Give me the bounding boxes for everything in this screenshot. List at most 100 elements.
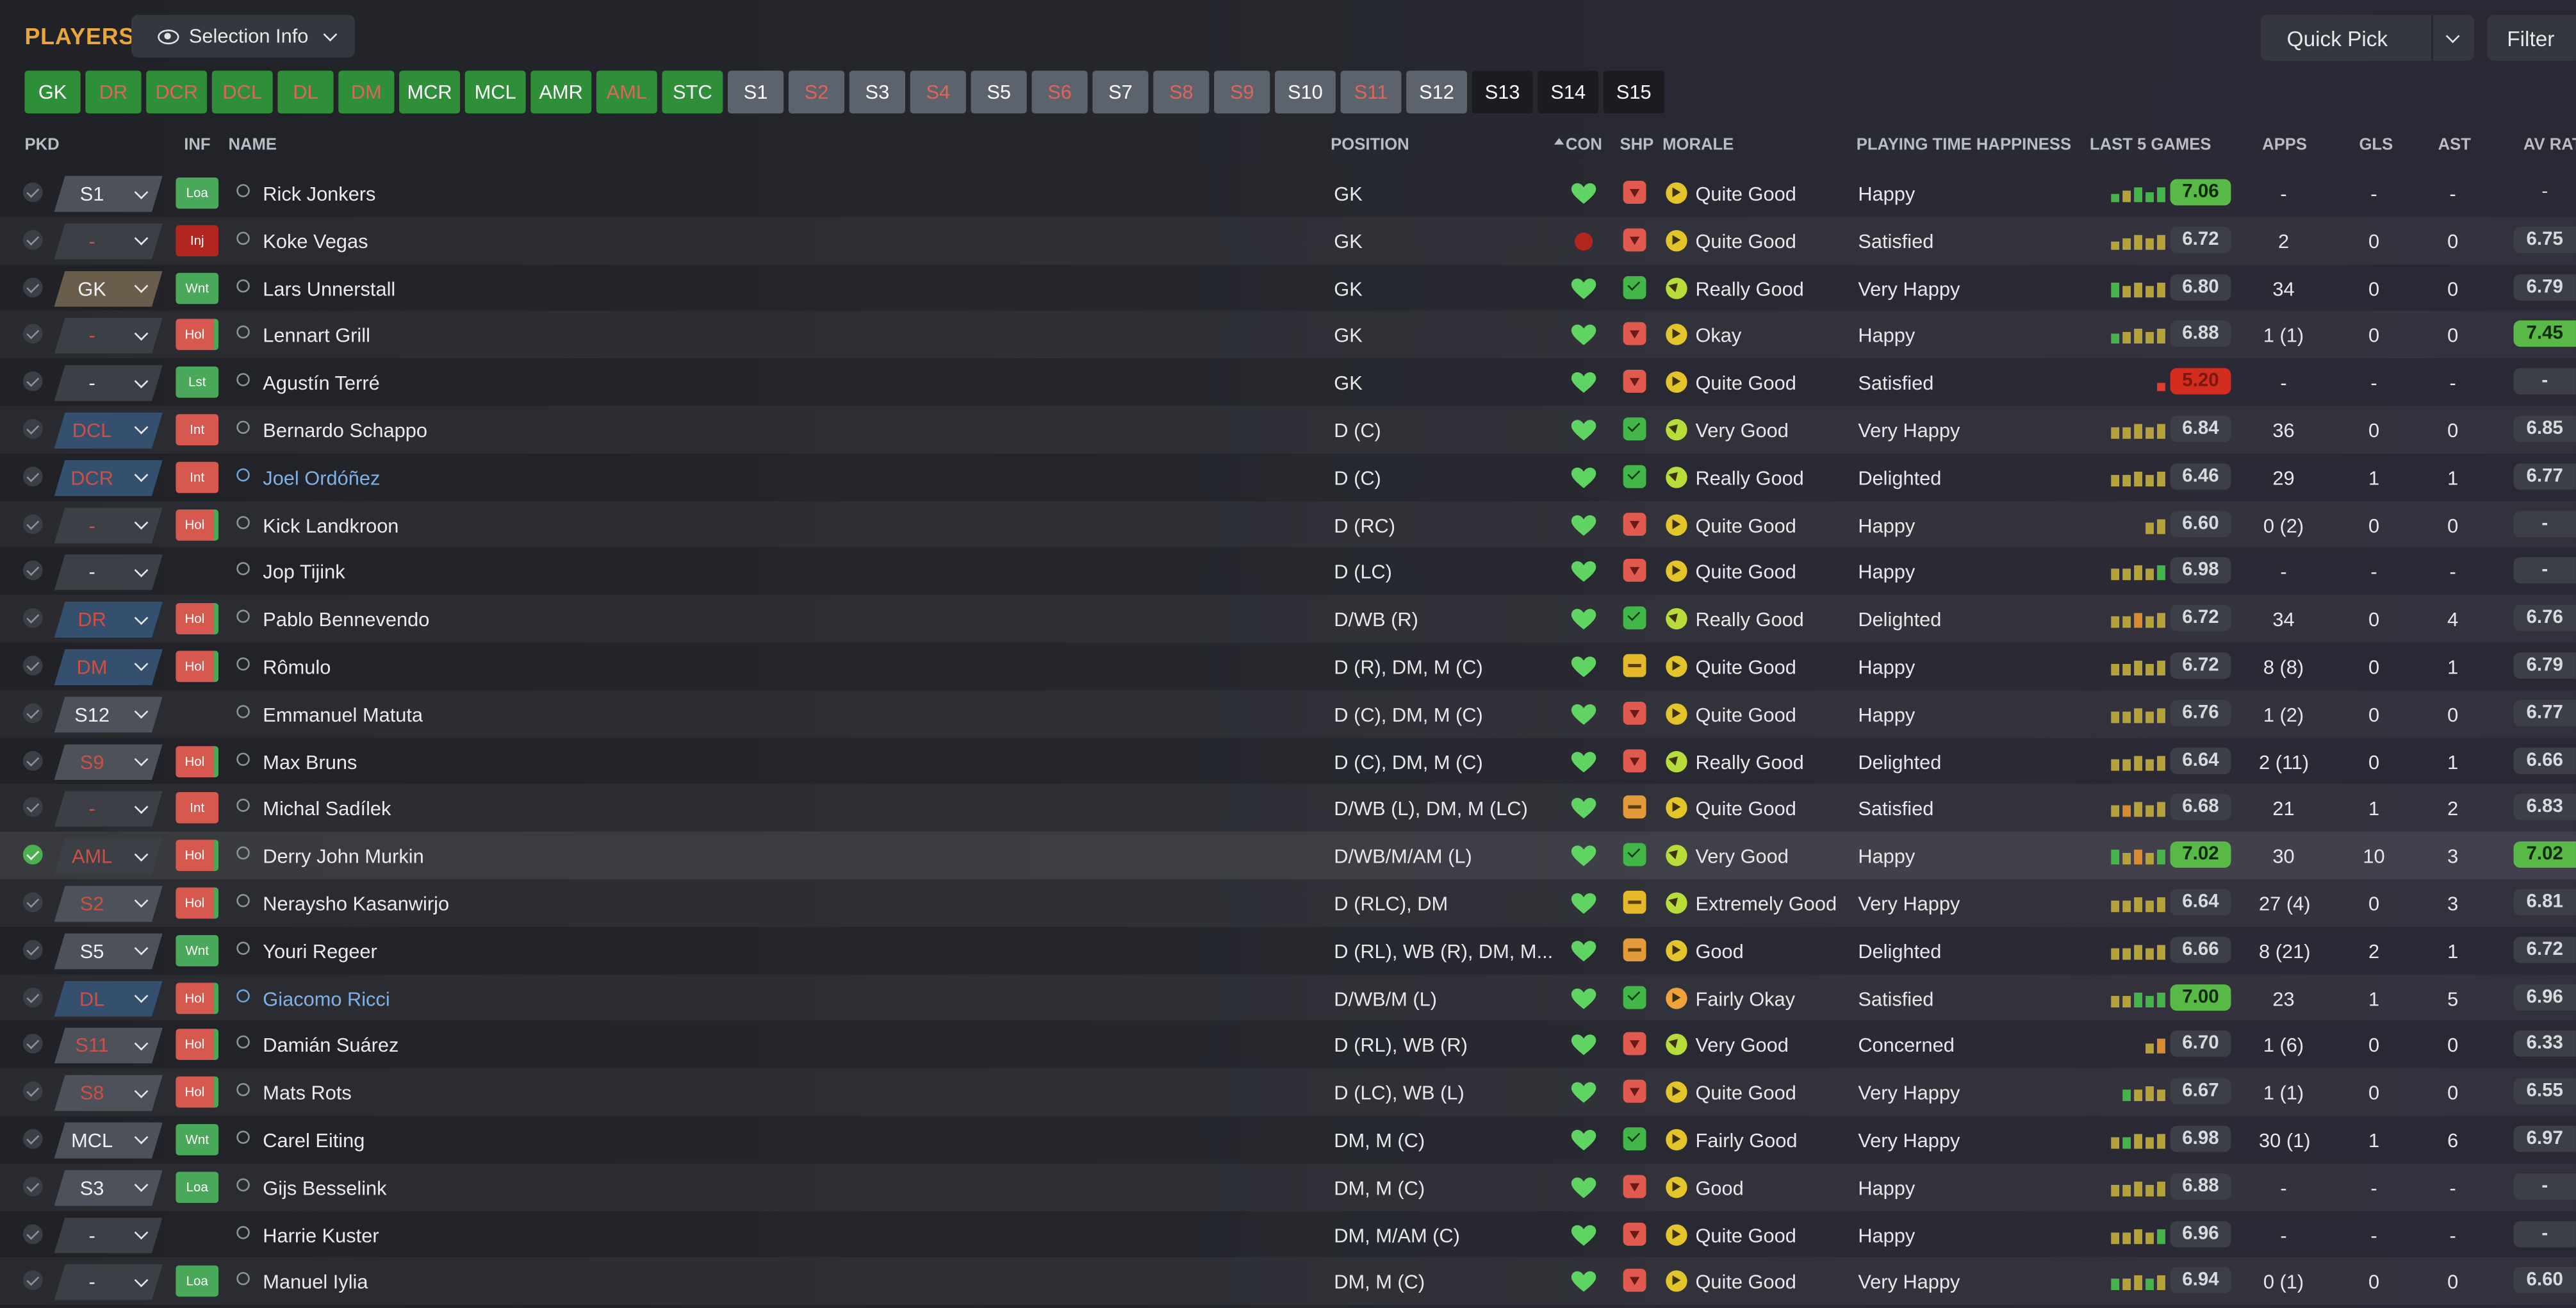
chip-s11[interactable]: S11 — [1340, 70, 1402, 113]
column-header-pkd[interactable]: PKD — [24, 137, 59, 154]
table-row[interactable]: - Loa Manuel Iylia DM, M (C) Quite Good Very … — [0, 1257, 2576, 1305]
pkd-dropdown[interactable]: - — [54, 223, 163, 260]
table-row[interactable]: S8 Hol Mats Rots D (LC), WB (L) Quite Good Ve… — [0, 1068, 2576, 1116]
pkd-dropdown[interactable]: - — [54, 791, 163, 827]
table-row[interactable]: - Hol Kick Landkroon D (RC) Quite Good Happy 6… — [0, 501, 2576, 548]
info-badge[interactable]: Int — [176, 414, 219, 445]
filter-button[interactable]: Filter — [2487, 15, 2576, 61]
info-badge[interactable]: Inj — [176, 224, 219, 256]
column-header-con[interactable]: CON — [1566, 137, 1602, 154]
pkd-dropdown[interactable]: - — [54, 1264, 163, 1301]
info-badge[interactable]: Hol — [176, 745, 219, 777]
row-select-checkbox[interactable] — [22, 608, 43, 629]
chip-s13[interactable]: S13 — [1472, 70, 1533, 113]
table-row[interactable]: S2 Hol Neraysho Kasanwirjo D (RLC), DM Extre… — [0, 879, 2576, 927]
table-row[interactable]: GK Wnt Lars Unnerstall GK Really Good Very Ha… — [0, 264, 2576, 311]
chip-s8[interactable]: S8 — [1153, 70, 1210, 113]
column-header-position[interactable]: POSITION — [1331, 137, 1409, 154]
chip-mcl[interactable]: MCL — [464, 70, 526, 113]
table-row[interactable]: - Hol Lennart Grill GK Okay Happy 6.88 1 (1) 0 0 7… — [0, 311, 2576, 359]
player-name[interactable]: Gijs Besselink — [263, 1176, 386, 1199]
column-header-morale[interactable]: MORALE — [1662, 137, 1734, 154]
chip-mcr[interactable]: MCR — [399, 70, 461, 113]
column-header-shp[interactable]: SHP — [1620, 137, 1653, 154]
pkd-dropdown[interactable]: DCL — [54, 412, 163, 449]
info-badge[interactable]: Loa — [176, 1266, 219, 1298]
row-select-checkbox[interactable] — [22, 987, 43, 1007]
table-row[interactable]: - Inj Koke Vegas GK Quite Good Satisfied 6.72 2… — [0, 216, 2576, 264]
info-badge[interactable]: Hol — [176, 319, 219, 351]
chip-aml[interactable]: AML — [596, 70, 657, 113]
player-name[interactable]: Rômulo — [263, 656, 331, 679]
info-badge[interactable]: Hol — [176, 508, 219, 540]
table-row[interactable]: S12 Emmanuel Matuta D (C), DM, M (C) Quite … — [0, 690, 2576, 738]
info-badge[interactable]: Hol — [176, 840, 219, 872]
player-name[interactable]: Joel Ordóñez — [263, 467, 380, 490]
table-row[interactable]: - Jop Tijink D (LC) Quite Good Happy 6.98 - - - - — [0, 548, 2576, 595]
chip-s9[interactable]: S9 — [1214, 70, 1270, 113]
row-select-checkbox[interactable] — [22, 1081, 43, 1102]
table-row[interactable]: DL Hol Giacomo Ricci D/WB/M (L) Fairly Okay S… — [0, 973, 2576, 1022]
table-row[interactable]: S1 Loa Rick Jonkers GK Quite Good Happy 7.06 - -… — [0, 169, 2576, 217]
player-name[interactable]: Michal Sadílek — [263, 798, 391, 821]
pkd-dropdown[interactable]: DL — [54, 980, 163, 1017]
column-header-ast[interactable]: AST — [2438, 137, 2471, 154]
pkd-dropdown[interactable]: S1 — [54, 176, 163, 212]
info-badge[interactable]: Wnt — [176, 934, 219, 966]
table-row[interactable]: DR Hol Pablo Bennevendo D/WB (R) Really Good… — [0, 595, 2576, 643]
pkd-dropdown[interactable]: S2 — [54, 886, 163, 922]
row-select-checkbox[interactable] — [22, 797, 43, 818]
info-badge[interactable]: Hol — [176, 1077, 219, 1108]
chip-s14[interactable]: S14 — [1538, 70, 1599, 113]
player-name[interactable]: Derry John Murkin — [263, 845, 423, 868]
pkd-dropdown[interactable]: - — [54, 365, 163, 402]
player-name[interactable]: Neraysho Kasanwirjo — [263, 892, 449, 915]
pkd-dropdown[interactable]: AML — [54, 838, 163, 875]
chip-s7[interactable]: S7 — [1092, 70, 1149, 113]
chip-s10[interactable]: S10 — [1274, 70, 1336, 113]
row-select-checkbox[interactable] — [22, 229, 43, 250]
player-name[interactable]: Bernardo Schappo — [263, 419, 427, 442]
row-select-checkbox[interactable] — [22, 561, 43, 581]
player-name[interactable]: Manuel Iylia — [263, 1271, 368, 1294]
chip-stc[interactable]: STC — [662, 70, 723, 113]
player-name[interactable]: Giacomo Ricci — [263, 987, 390, 1010]
pkd-dropdown[interactable]: - — [54, 1217, 163, 1254]
row-select-checkbox[interactable] — [22, 702, 43, 723]
info-badge[interactable]: Wnt — [176, 272, 219, 304]
column-header-last-5-games[interactable]: LAST 5 GAMES — [2090, 137, 2211, 154]
table-row[interactable]: MCL Wnt Carel Eiting DM, M (C) Fairly Good Ve… — [0, 1116, 2576, 1163]
pkd-dropdown[interactable]: S12 — [54, 696, 163, 733]
row-select-checkbox[interactable] — [22, 750, 43, 770]
chip-s12[interactable]: S12 — [1406, 70, 1468, 113]
pkd-dropdown[interactable]: DR — [54, 602, 163, 638]
player-name[interactable]: Kick Landkroon — [263, 514, 398, 537]
chip-dcl[interactable]: DCL — [211, 70, 273, 113]
table-row[interactable]: AML Hol Derry John Murkin D/WB/M/AM (L) Very… — [0, 831, 2576, 879]
pkd-dropdown[interactable]: S8 — [54, 1075, 163, 1111]
player-name[interactable]: Mats Rots — [263, 1082, 352, 1105]
row-select-checkbox[interactable] — [22, 940, 43, 959]
row-select-checkbox[interactable] — [22, 1129, 43, 1149]
table-row[interactable]: - Lst Agustín Terré GK Quite Good Satisfied 5.… — [0, 359, 2576, 406]
player-name[interactable]: Lennart Grill — [263, 324, 370, 347]
pkd-dropdown[interactable]: - — [54, 507, 163, 543]
chip-dm[interactable]: DM — [338, 70, 395, 113]
row-select-checkbox[interactable] — [22, 277, 43, 297]
table-row[interactable]: S3 Loa Gijs Besselink DM, M (C) Good Happy 6.8… — [0, 1163, 2576, 1211]
row-select-checkbox[interactable] — [22, 656, 43, 675]
chip-gk[interactable]: GK — [24, 70, 81, 113]
player-name[interactable]: Youri Regeer — [263, 940, 377, 963]
row-select-checkbox[interactable] — [22, 845, 43, 865]
player-name[interactable]: Koke Vegas — [263, 229, 368, 252]
player-name[interactable]: Emmanuel Matuta — [263, 703, 423, 726]
info-badge[interactable]: Hol — [176, 603, 219, 635]
info-badge[interactable]: Lst — [176, 367, 219, 399]
row-select-checkbox[interactable] — [22, 1271, 43, 1291]
row-select-checkbox[interactable] — [22, 466, 43, 486]
player-name[interactable]: Carel Eiting — [263, 1129, 365, 1152]
pkd-dropdown[interactable]: S3 — [54, 1170, 163, 1206]
info-badge[interactable]: Hol — [176, 887, 219, 919]
column-header-inf[interactable]: INF — [184, 137, 210, 154]
pkd-dropdown[interactable]: S11 — [54, 1027, 163, 1064]
